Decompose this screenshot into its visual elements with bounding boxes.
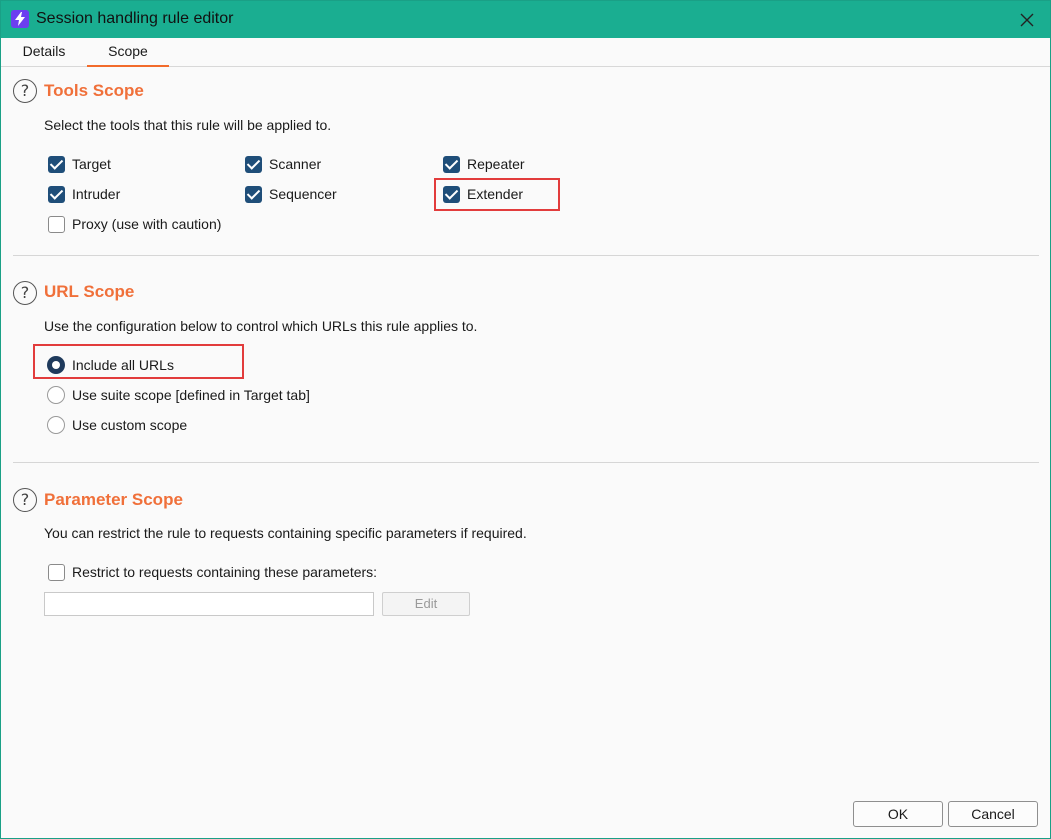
radio-unselected-icon[interactable] [47, 416, 65, 434]
radio-use-suite-scope[interactable]: Use suite scope [defined in Target tab] [47, 384, 310, 406]
help-icon[interactable]: ? [13, 79, 37, 103]
cancel-button[interactable]: Cancel [948, 801, 1038, 827]
checkbox-label: Restrict to requests containing these pa… [72, 564, 378, 580]
checkbox-target[interactable]: Target [48, 153, 111, 175]
help-icon[interactable]: ? [13, 281, 37, 305]
checkbox-checked-icon[interactable] [48, 185, 65, 203]
checkbox-restrict-parameters[interactable]: Restrict to requests containing these pa… [48, 561, 377, 583]
radio-include-all-urls[interactable]: Include all URLs [47, 354, 174, 376]
checkbox-unchecked-icon[interactable] [48, 215, 65, 233]
parameters-input[interactable] [44, 592, 374, 616]
checkbox-proxy[interactable]: Proxy (use with caution) [48, 213, 221, 235]
window-title: Session handling rule editor [36, 10, 234, 27]
tab-bar: Details Scope [1, 38, 1050, 67]
section-divider [13, 255, 1039, 256]
radio-use-custom-scope[interactable]: Use custom scope [47, 414, 187, 436]
tab-scope[interactable]: Scope [87, 38, 169, 67]
checkbox-checked-icon[interactable] [48, 155, 65, 173]
parameter-scope-title: Parameter Scope [44, 490, 183, 509]
url-scope-description: Use the configuration below to control w… [44, 318, 478, 334]
radio-label: Use suite scope [defined in Target tab] [72, 387, 310, 403]
tools-scope-title: Tools Scope [44, 81, 144, 100]
checkbox-label: Proxy (use with caution) [72, 216, 222, 232]
close-icon[interactable] [1014, 7, 1040, 33]
radio-unselected-icon[interactable] [47, 386, 65, 404]
checkbox-label: Extender [467, 186, 524, 202]
title-bar: Session handling rule editor [1, 1, 1050, 38]
radio-label: Use custom scope [72, 417, 188, 433]
checkbox-unchecked-icon[interactable] [48, 563, 65, 581]
radio-selected-icon[interactable] [47, 356, 65, 374]
checkbox-extender[interactable]: Extender [443, 183, 523, 205]
url-scope-title: URL Scope [44, 282, 135, 301]
checkbox-checked-icon[interactable] [443, 155, 460, 173]
checkbox-sequencer[interactable]: Sequencer [245, 183, 337, 205]
tab-details[interactable]: Details [7, 38, 81, 67]
checkbox-label: Intruder [72, 186, 121, 202]
checkbox-label: Repeater [467, 156, 525, 172]
checkbox-repeater[interactable]: Repeater [443, 153, 525, 175]
ok-button[interactable]: OK [853, 801, 943, 827]
radio-label: Include all URLs [72, 357, 174, 373]
edit-button[interactable]: Edit [382, 592, 470, 616]
session-rule-editor-window: Session handling rule editor Details Sco… [0, 0, 1051, 839]
checkbox-scanner[interactable]: Scanner [245, 153, 321, 175]
checkbox-label: Target [72, 156, 111, 172]
help-icon[interactable]: ? [13, 488, 37, 512]
checkbox-label: Sequencer [269, 186, 337, 202]
section-divider [13, 462, 1039, 463]
checkbox-intruder[interactable]: Intruder [48, 183, 120, 205]
checkbox-checked-icon[interactable] [443, 185, 460, 203]
checkbox-label: Scanner [269, 156, 322, 172]
checkbox-checked-icon[interactable] [245, 155, 262, 173]
tools-scope-description: Select the tools that this rule will be … [44, 117, 332, 133]
burp-lightning-icon [11, 10, 29, 28]
checkbox-checked-icon[interactable] [245, 185, 262, 203]
parameter-scope-description: You can restrict the rule to requests co… [44, 525, 527, 541]
